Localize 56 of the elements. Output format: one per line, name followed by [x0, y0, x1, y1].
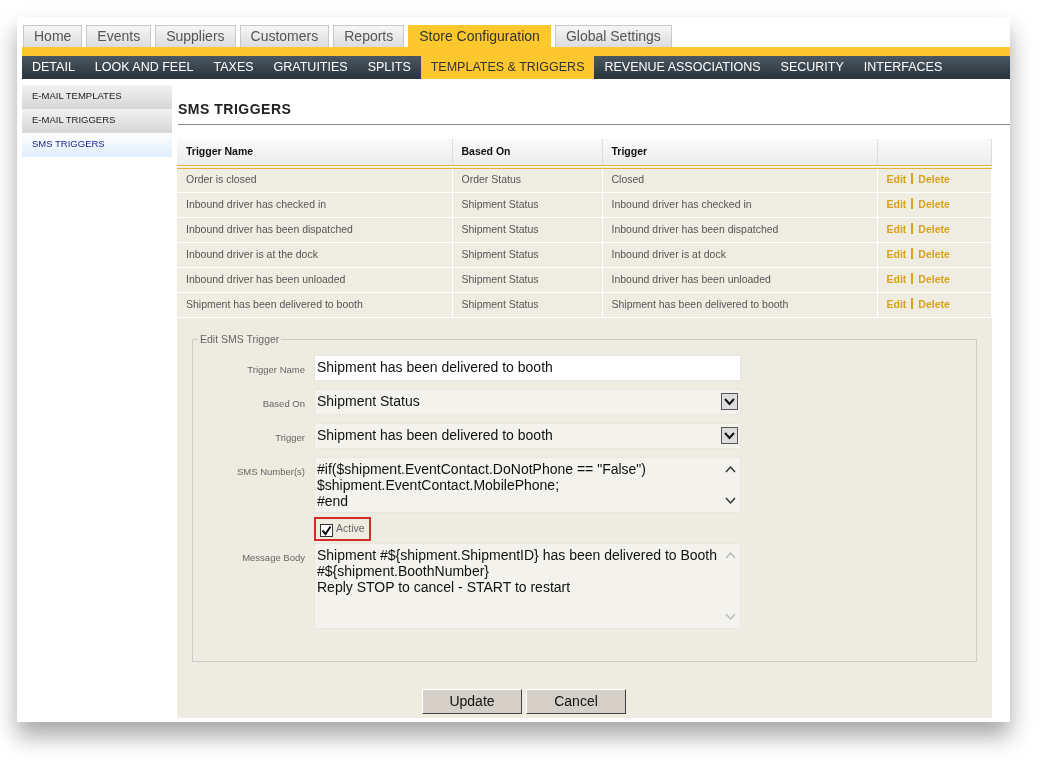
nav-tab[interactable]: Global Settings — [554, 25, 672, 47]
subnav-tab[interactable]: SECURITY — [770, 56, 854, 79]
subnav-tab[interactable]: INTERFACES — [853, 56, 953, 79]
table-cell: Inbound driver has been dispatched — [602, 217, 877, 242]
column-header: Trigger Name — [177, 139, 452, 167]
text-area[interactable]: #if($shipment.EventContact.DoNotPhone == "False") $shipment.EventContact.MobilePhone; #end — [314, 457, 741, 514]
subnav-tab[interactable]: LOOK AND FEEL — [84, 56, 204, 79]
field-label: Based On — [261, 397, 305, 412]
table-cell: Shipment Status — [452, 217, 602, 242]
sidebar-item[interactable]: E-MAIL TEMPLATES — [22, 85, 172, 109]
nav-tab[interactable]: Store Configuration — [408, 25, 551, 47]
table-cell: Inbound driver is at dock — [602, 242, 877, 267]
column-header: Trigger — [602, 139, 877, 167]
table-cell: Shipment Status — [452, 267, 602, 292]
checkmark-icon — [321, 525, 332, 536]
table-cell: Closed — [602, 167, 877, 192]
table-cell: Order Status — [452, 167, 602, 192]
table-cell: Inbound driver has been unloaded — [177, 267, 452, 292]
table-cell: Shipment Status — [452, 192, 602, 217]
nav-tab[interactable]: Home — [23, 25, 83, 47]
table-cell: Inbound driver has been dispatched — [177, 217, 452, 242]
table-cell: Order is closed — [177, 167, 452, 192]
field-label: Trigger — [274, 431, 305, 446]
select-field[interactable]: Shipment has been delivered to booth — [314, 423, 741, 450]
field-label: SMS Number(s) — [235, 465, 305, 480]
update-button[interactable]: Update — [422, 689, 522, 714]
page-title: SMS TRIGGERS — [178, 99, 1010, 125]
active-checkbox[interactable]: Active — [314, 517, 371, 541]
select-field[interactable]: Shipment Status — [314, 389, 741, 416]
table-cell: Inbound driver is at the dock — [177, 242, 452, 267]
subnav-tab[interactable]: TAXES — [203, 56, 264, 79]
table-cell: Inbound driver has been unloaded — [602, 267, 877, 292]
fieldset-legend: Edit SMS Trigger — [198, 331, 282, 348]
nav-tab[interactable]: Reports — [333, 25, 405, 47]
field-label: Message Body — [241, 551, 305, 565]
nav-tab[interactable]: Suppliers — [155, 25, 236, 47]
table-cell: Inbound driver has checked in — [602, 192, 877, 217]
table-cell: Shipment has been delivered to booth — [177, 292, 452, 317]
table-cell: Shipment has been delivered to booth — [602, 292, 877, 317]
table-cell: Inbound driver has checked in — [177, 192, 452, 217]
subnav-tab[interactable]: GRATUITIES — [263, 56, 358, 79]
text-area[interactable]: Shipment #${shipment.ShipmentID} has been delivered to Booth #${shipment.BoothNumber} Reply STOP to cancel - START to restart — [314, 543, 741, 629]
subnav-tab[interactable]: DETAIL — [22, 56, 85, 79]
subnav-tab[interactable]: TEMPLATES & TRIGGERS — [420, 56, 595, 79]
cancel-button[interactable]: Cancel — [526, 689, 626, 714]
column-header: Based On — [452, 139, 602, 167]
table-cell: Shipment Status — [452, 242, 602, 267]
subnav-tab[interactable]: SPLITS — [357, 56, 421, 79]
sidebar-item[interactable]: SMS TRIGGERS — [22, 133, 172, 157]
table-cell: Shipment Status — [452, 292, 602, 317]
nav-tab[interactable]: Customers — [239, 25, 330, 47]
subnav-tab[interactable]: REVENUE ASSOCIATIONS — [594, 56, 771, 79]
field-label: Trigger Name — [246, 363, 305, 378]
nav-tab[interactable]: Events — [86, 25, 152, 47]
text-field[interactable]: Shipment has been delivered to booth — [314, 355, 741, 382]
sidebar-item[interactable]: E-MAIL TRIGGERS — [22, 109, 172, 133]
